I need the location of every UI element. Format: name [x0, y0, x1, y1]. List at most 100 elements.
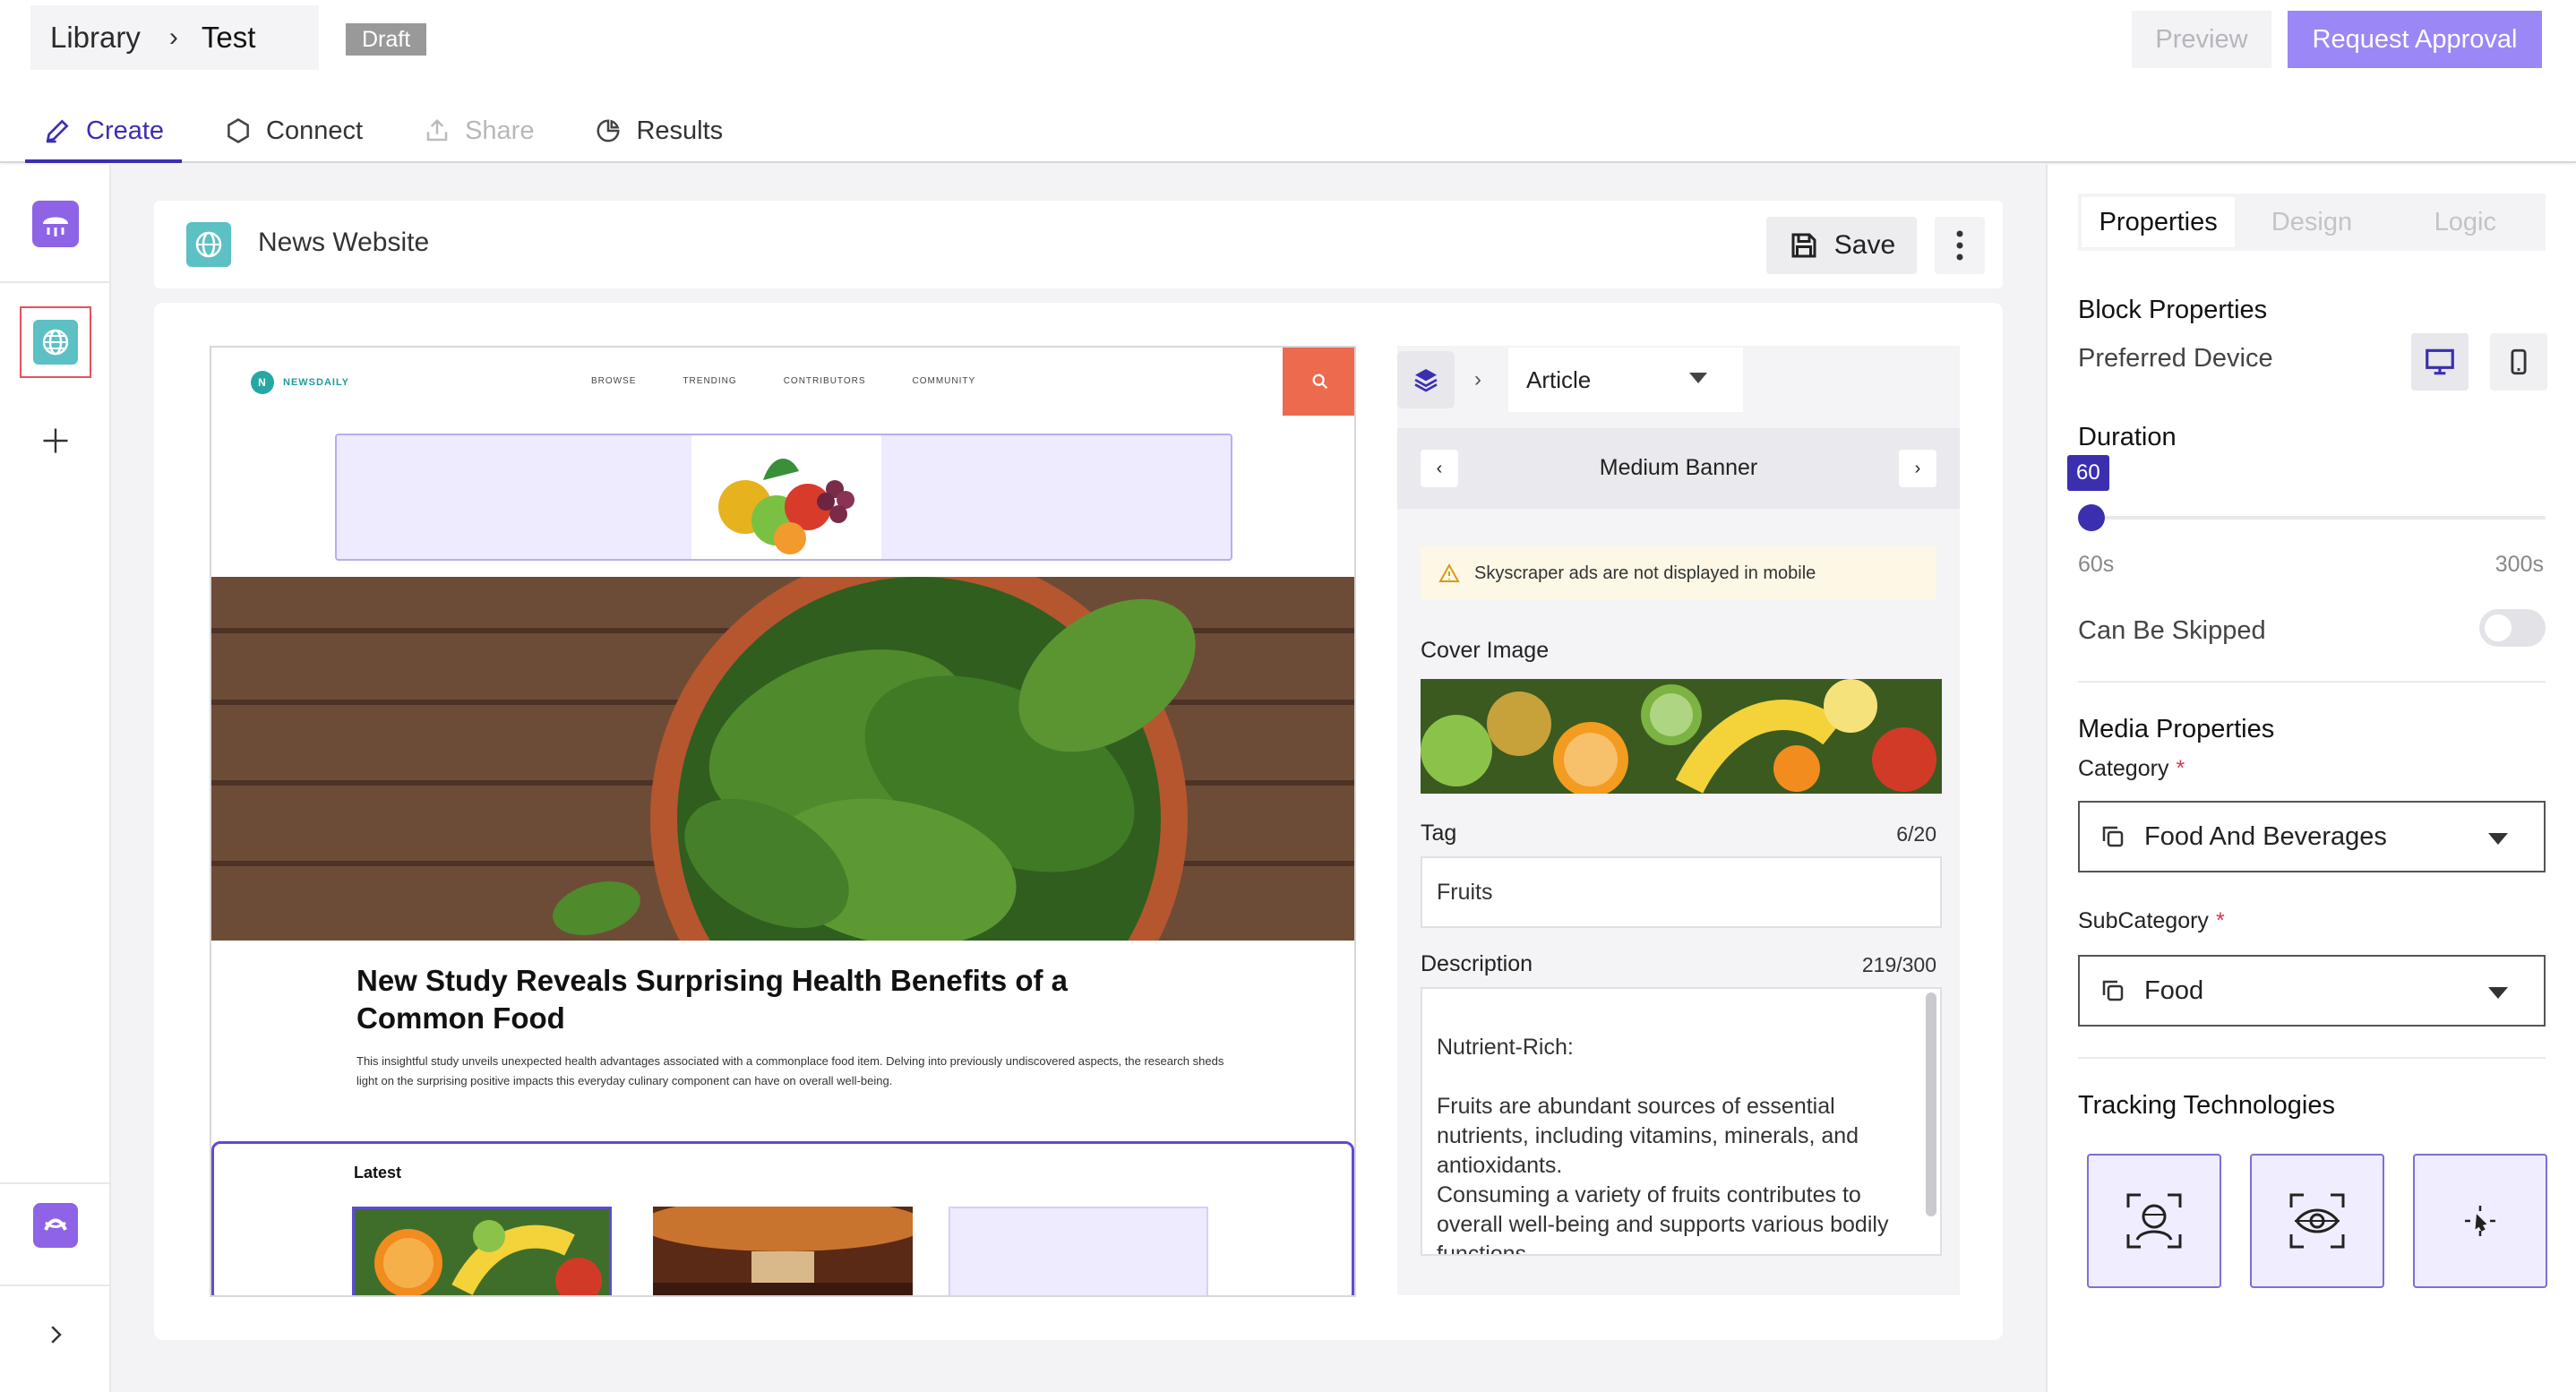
face-scan-icon[interactable] — [2087, 1154, 2221, 1288]
floppy-disk-icon — [1791, 233, 1816, 258]
tag-input[interactable]: Fruits — [1421, 856, 1942, 928]
duration-tooltip: 60 — [2067, 455, 2109, 491]
can-be-skipped-toggle[interactable] — [2479, 609, 2546, 647]
banner-next-button[interactable]: › — [1899, 450, 1936, 487]
latest-thumb-hall[interactable] — [653, 1207, 913, 1295]
share-icon — [426, 118, 448, 142]
layers-icon[interactable] — [1397, 351, 1455, 408]
request-approval-button[interactable]: Request Approval — [2288, 11, 2542, 68]
article-headline: New Study Reveals Surprising Health Bene… — [356, 964, 1069, 1035]
tab-label: Connect — [266, 116, 364, 145]
tag-label: Tag — [1421, 821, 1457, 846]
chevron-right-icon[interactable] — [20, 1299, 91, 1371]
tab-label: Share — [465, 116, 535, 145]
tab-label: Results — [636, 116, 724, 145]
subcategory-select[interactable]: Food — [2078, 955, 2546, 1027]
chevron-right-icon: › — [1474, 367, 1481, 391]
breadcrumb-current: Test — [201, 21, 256, 54]
gesture-scan-icon[interactable] — [2413, 1154, 2547, 1288]
search-icon — [1312, 374, 1328, 390]
site-nav-contributors[interactable]: CONTRIBUTORS — [784, 376, 866, 386]
copy-icon — [2102, 826, 2124, 847]
pie-chart-icon — [597, 119, 620, 142]
duration-min: 60s — [2078, 552, 2115, 577]
site-nav-browse[interactable]: BROWSE — [591, 376, 636, 386]
more-options-icon[interactable] — [1935, 217, 1985, 274]
description-label: Description — [1421, 951, 1533, 976]
subcategory-value: Food — [2144, 975, 2204, 1005]
phone-icon — [2511, 348, 2527, 375]
plus-icon[interactable] — [20, 405, 91, 477]
block-title-card: News Website Save — [154, 201, 2003, 288]
hexagon-icon — [228, 118, 249, 143]
tab-share[interactable]: Share — [406, 100, 552, 161]
mobile-device-button[interactable] — [2490, 333, 2547, 391]
latest-heading: Latest — [354, 1164, 402, 1181]
latest-thumb-placeholder[interactable] — [949, 1207, 1208, 1295]
properties-panel: Properties Design Logic Block Properties… — [2046, 165, 2576, 1392]
site-search-button[interactable] — [1283, 348, 1354, 416]
category-select[interactable]: Food And Beverages — [2078, 801, 2546, 872]
preview-button[interactable]: Preview — [2132, 11, 2271, 68]
status-badge: Draft — [346, 23, 427, 56]
tab-properties[interactable]: Properties — [2082, 197, 2236, 247]
site-logo-text: NEWSDAILY — [283, 377, 349, 388]
block-type-select[interactable]: Article — [1508, 348, 1743, 412]
tab-design[interactable]: Design — [2235, 197, 2388, 247]
site-logo[interactable]: N NEWSDAILY — [251, 371, 349, 394]
rail-divider — [0, 1182, 109, 1184]
eye-scan-icon[interactable] — [2250, 1154, 2384, 1288]
description-count: 219/300 — [1861, 953, 1936, 976]
banner-name: Medium Banner — [1599, 455, 1758, 480]
properties-tabs: Properties Design Logic — [2078, 193, 2546, 251]
chevron-down-icon — [1689, 373, 1707, 383]
category-label-text: Category — [2078, 756, 2169, 781]
required-mark: * — [2176, 756, 2185, 781]
latest-section[interactable]: Latest — [211, 1141, 1354, 1295]
site-nav-links: BROWSE TRENDING CONTRIBUTORS COMMUNITY — [591, 376, 1022, 386]
left-rail — [0, 165, 111, 1392]
breadcrumb-library[interactable]: Library — [50, 21, 141, 55]
banner-ad-slot[interactable] — [335, 434, 1232, 561]
brand-logo-icon[interactable] — [20, 188, 91, 260]
duration-slider[interactable]: 60 — [2067, 455, 2546, 531]
website-preview[interactable]: N NEWSDAILY BROWSE TRENDING CONTRIBUTORS… — [210, 346, 1356, 1297]
duration-label: Duration — [2078, 423, 2177, 451]
desktop-device-button[interactable] — [2411, 333, 2469, 391]
save-button[interactable]: Save — [1766, 217, 1917, 274]
site-logo-mark: N — [251, 371, 274, 394]
tab-create[interactable]: Create — [25, 100, 183, 163]
brand-mark-icon[interactable] — [20, 1190, 91, 1261]
description-textarea[interactable]: Nutrient-Rich: Fruits are abundant sourc… — [1421, 987, 1942, 1256]
banner-switcher: ‹ Medium Banner › — [1397, 428, 1960, 509]
warning-icon — [1438, 563, 1460, 582]
copy-icon — [2102, 980, 2124, 1001]
tab-results[interactable]: Results — [577, 100, 741, 161]
site-nav-trending[interactable]: TRENDING — [683, 376, 736, 386]
category-value: Food And Beverages — [2144, 821, 2387, 851]
globe-icon[interactable] — [20, 306, 91, 378]
tab-logic[interactable]: Logic — [2389, 197, 2542, 247]
tab-connect[interactable]: Connect — [207, 100, 381, 161]
content-editor-panel: › Article ‹ Medium Banner › Skyscraper a… — [1397, 346, 1960, 1295]
cover-image-label: Cover Image — [1421, 638, 1550, 663]
latest-thumb-fruits[interactable] — [352, 1207, 612, 1295]
textarea-scrollbar[interactable] — [1926, 992, 1936, 1216]
description-text: Nutrient-Rich: Fruits are abundant sourc… — [1437, 1035, 1889, 1256]
chevron-right-icon: › — [168, 22, 178, 52]
subcategory-label: SubCategory * — [2078, 908, 2225, 934]
chevron-down-icon — [2488, 833, 2508, 845]
duration-max: 300s — [2494, 552, 2544, 577]
block-properties-title: Block Properties — [2078, 296, 2268, 324]
duration-slider-handle[interactable] — [2078, 504, 2105, 531]
globe-icon — [186, 222, 231, 267]
tag-count: 6/20 — [1896, 822, 1936, 846]
can-be-skipped-label: Can Be Skipped — [2078, 616, 2266, 645]
site-nav-community[interactable]: COMMUNITY — [913, 376, 976, 386]
subcategory-label-text: SubCategory — [2078, 908, 2209, 933]
mobile-warning: Skyscraper ads are not displayed in mobi… — [1421, 546, 1936, 600]
monitor-icon — [2426, 348, 2454, 375]
block-type-value: Article — [1526, 365, 1592, 393]
rail-divider — [0, 1285, 109, 1286]
cover-image[interactable] — [1421, 679, 1942, 794]
